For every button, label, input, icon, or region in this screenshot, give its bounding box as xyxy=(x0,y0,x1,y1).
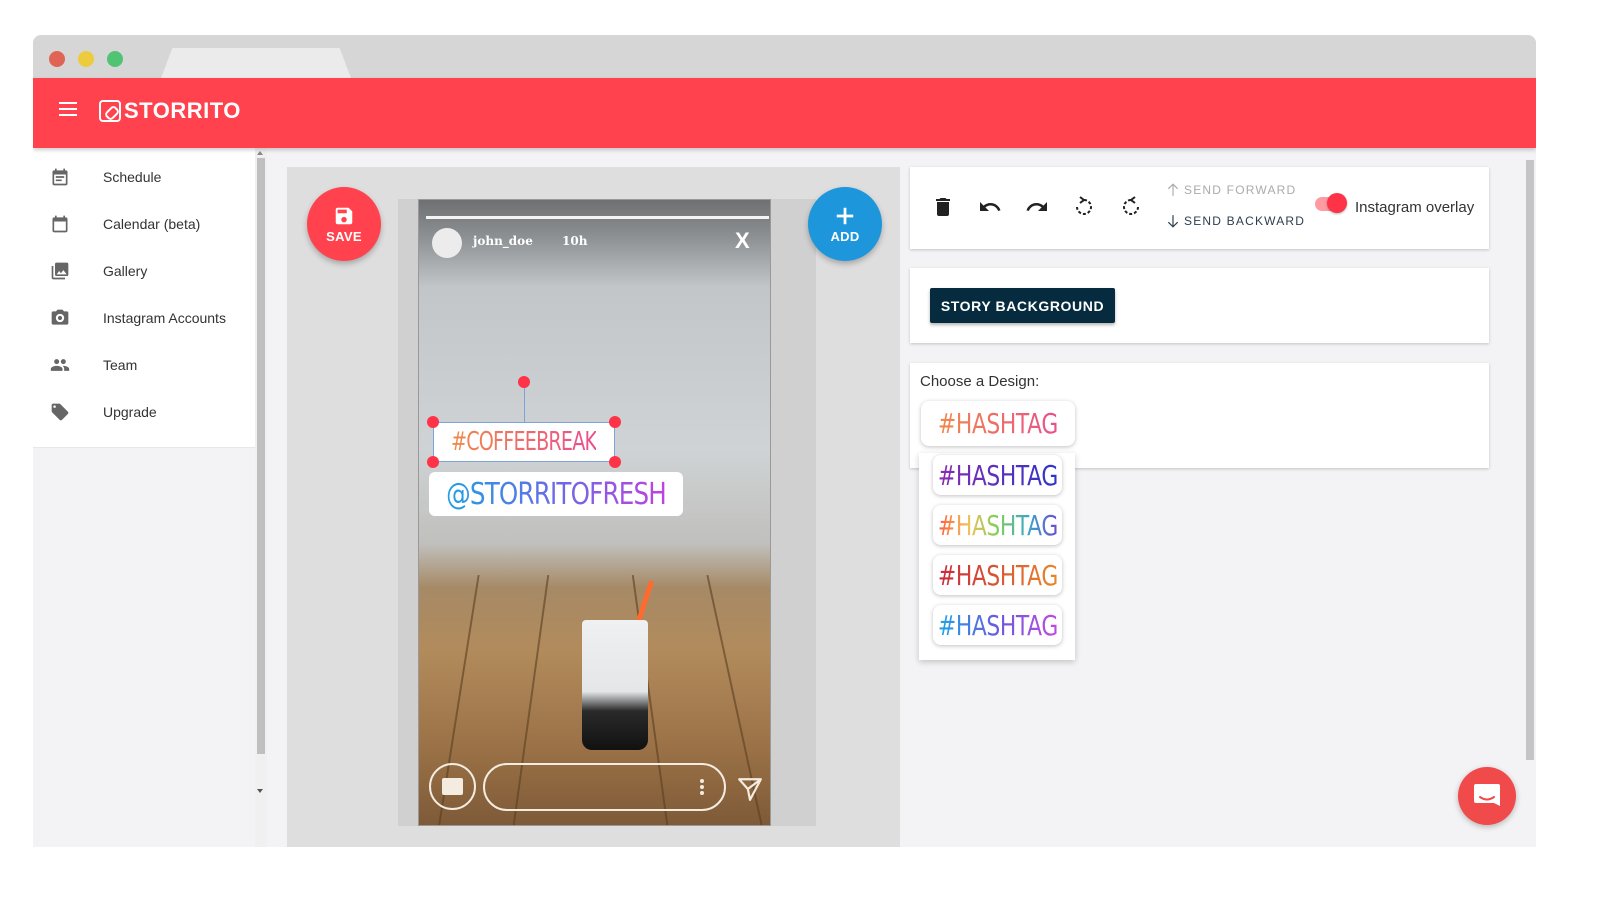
design-text: #HASHTAG xyxy=(937,608,1058,642)
design-option[interactable]: #HASHTAG xyxy=(933,505,1062,545)
browser-window: STORRITO Schedule Calendar (beta) Galler… xyxy=(33,35,1536,847)
main-scrollbar[interactable] xyxy=(1523,148,1536,847)
sidebar-item-label: Instagram Accounts xyxy=(103,310,226,326)
sidebar-item-team[interactable]: Team xyxy=(33,345,255,385)
sidebar-scroll-thumb[interactable] xyxy=(257,158,265,754)
redo-icon[interactable] xyxy=(1025,195,1049,219)
chat-icon xyxy=(1474,784,1500,806)
add-button[interactable]: ADD xyxy=(808,187,882,261)
sidebar-item-label: Schedule xyxy=(103,169,162,185)
save-label: SAVE xyxy=(326,228,362,244)
sidebar-scrollbar[interactable] xyxy=(255,148,267,847)
tag-icon xyxy=(51,403,69,421)
design-text: #HASHTAG xyxy=(937,508,1058,542)
sidebar-item-schedule[interactable]: Schedule xyxy=(33,157,255,197)
sidebar-item-label: Gallery xyxy=(103,263,148,279)
rotate-guide-line xyxy=(524,387,525,423)
floppy-disk-icon xyxy=(335,207,353,224)
more-options-icon[interactable] xyxy=(700,779,704,797)
design-selected[interactable]: #HASHTAG xyxy=(921,401,1075,446)
story-canvas-area: john_doe 10h X #COFFEEBREAK @STORRITOFRE… xyxy=(287,167,900,847)
logo-icon xyxy=(99,100,121,122)
sidebar-item-upgrade[interactable]: Upgrade xyxy=(33,392,255,432)
editor-toolbar: SEND FORWARD SEND BACKWARD Instagram ove… xyxy=(910,167,1489,249)
browser-tab[interactable] xyxy=(161,48,351,78)
story-time: 10h xyxy=(562,234,588,248)
sidebar-item-label: Team xyxy=(103,357,138,373)
close-window-button[interactable] xyxy=(49,51,65,67)
instagram-overlay-toggle[interactable] xyxy=(1315,193,1347,213)
rotate-right-icon[interactable] xyxy=(1119,195,1143,219)
design-title: Choose a Design: xyxy=(920,373,1040,390)
main-scroll-thumb[interactable] xyxy=(1526,160,1534,760)
brand-logo[interactable]: STORRITO xyxy=(99,98,241,124)
resize-handle-bottom-left[interactable] xyxy=(427,456,439,468)
scroll-down-arrow-icon[interactable] xyxy=(257,789,263,793)
send-forward-label: SEND FORWARD xyxy=(1184,183,1297,197)
title-bar xyxy=(33,35,1536,78)
design-text: #HASHTAG xyxy=(937,558,1058,592)
sticker-coffeebreak[interactable]: #COFFEEBREAK xyxy=(433,422,615,462)
undo-icon[interactable] xyxy=(978,195,1002,219)
resize-handle-bottom-right[interactable] xyxy=(609,456,621,468)
design-text: #HASHTAG xyxy=(937,458,1058,492)
scroll-up-arrow-icon[interactable] xyxy=(257,151,263,155)
resize-handle-top-left[interactable] xyxy=(427,416,439,428)
sticker-mention[interactable]: @STORRITOFRESH xyxy=(429,472,683,516)
sticker-text: #COFFEEBREAK xyxy=(451,427,597,457)
resize-handle-top-right[interactable] xyxy=(609,416,621,428)
rotate-handle[interactable] xyxy=(518,376,530,388)
chat-button[interactable] xyxy=(1458,767,1516,825)
minimize-window-button[interactable] xyxy=(78,51,94,67)
story-close-button[interactable]: X xyxy=(735,228,750,254)
rotate-left-icon[interactable] xyxy=(1072,195,1096,219)
sidebar-item-gallery[interactable]: Gallery xyxy=(33,251,255,291)
design-option[interactable]: #HASHTAG xyxy=(933,455,1062,495)
story-progress-bar xyxy=(426,216,769,219)
sticker-text: @STORRITOFRESH xyxy=(446,476,667,512)
story-background-button[interactable]: STORY BACKGROUND xyxy=(930,288,1115,323)
schedule-icon xyxy=(52,168,68,186)
save-button[interactable]: SAVE xyxy=(307,187,381,261)
design-option[interactable]: #HASHTAG xyxy=(933,555,1062,595)
design-option[interactable]: #HASHTAG xyxy=(933,605,1062,645)
avatar xyxy=(432,228,462,258)
maximize-window-button[interactable] xyxy=(107,51,123,67)
story-message-input[interactable] xyxy=(483,763,726,811)
story-camera-icon[interactable] xyxy=(429,763,476,810)
send-backward-button[interactable]: SEND BACKWARD xyxy=(1166,214,1305,228)
gallery-icon xyxy=(51,262,69,280)
app-bar: STORRITO xyxy=(33,78,1536,148)
add-label: ADD xyxy=(830,228,860,244)
sidebar-item-label: Upgrade xyxy=(103,404,157,420)
send-forward-button[interactable]: SEND FORWARD xyxy=(1166,183,1296,197)
story-username: john_doe xyxy=(473,234,533,248)
background-panel: STORY BACKGROUND xyxy=(910,268,1489,343)
camera-icon xyxy=(51,309,69,325)
calendar-icon xyxy=(52,215,68,233)
design-text: #HASHTAG xyxy=(938,407,1058,440)
team-icon xyxy=(50,359,70,371)
story-preview[interactable]: john_doe 10h X #COFFEEBREAK @STORRITOFRE… xyxy=(418,199,771,826)
arrow-down-icon xyxy=(1167,215,1179,228)
drink-glass-image xyxy=(582,620,648,750)
sidebar-item-label: Calendar (beta) xyxy=(103,216,201,232)
delete-icon[interactable] xyxy=(931,195,955,219)
sidebar: Schedule Calendar (beta) Gallery Instagr… xyxy=(33,148,255,448)
menu-icon[interactable] xyxy=(59,102,77,116)
plus-icon xyxy=(836,207,854,224)
instagram-overlay-label: Instagram overlay xyxy=(1355,199,1475,216)
send-direct-icon[interactable] xyxy=(737,776,763,802)
brand-name: STORRITO xyxy=(124,98,241,123)
sidebar-item-calendar[interactable]: Calendar (beta) xyxy=(33,204,255,244)
send-backward-label: SEND BACKWARD xyxy=(1184,214,1306,228)
arrow-up-icon xyxy=(1167,183,1179,196)
sidebar-item-instagram-accounts[interactable]: Instagram Accounts xyxy=(33,298,255,338)
